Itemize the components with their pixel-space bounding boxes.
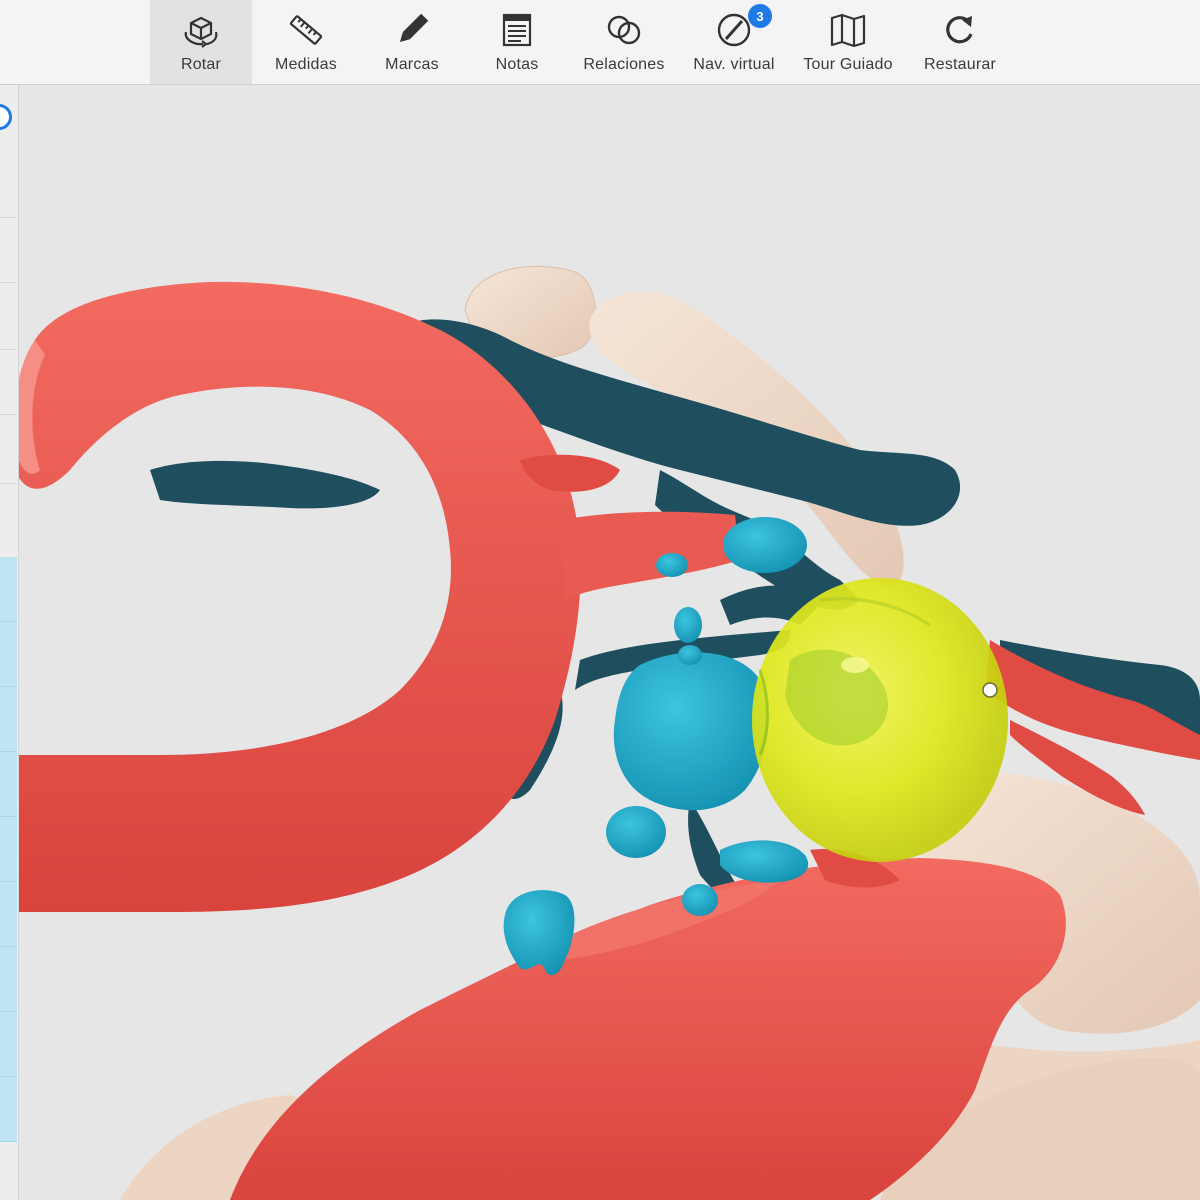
side-panel-row[interactable] [0, 155, 17, 218]
side-panel-row[interactable] [0, 817, 17, 882]
side-panel-row[interactable] [0, 947, 17, 1012]
side-panel-row[interactable] [0, 1012, 17, 1077]
map-icon [828, 10, 868, 50]
marks-label: Marcas [385, 56, 439, 73]
notes-icon [497, 10, 537, 50]
compass-icon: 3 [714, 4, 772, 50]
pencil-icon [392, 10, 432, 50]
guided-tour-button[interactable]: Tour Guiado [796, 0, 900, 84]
restore-label: Restaurar [923, 56, 997, 73]
side-panel-row[interactable] [0, 752, 17, 817]
side-panel-row[interactable] [0, 622, 17, 687]
virtual-nav-button[interactable]: 3 Nav. virtual [684, 0, 784, 84]
side-panel-row[interactable] [0, 1077, 17, 1142]
notes-button[interactable]: Notas [474, 0, 560, 84]
side-panel-row[interactable] [0, 557, 17, 622]
guided-tour-label: Tour Guiado [803, 56, 893, 73]
side-panel [0, 85, 19, 1200]
tumor-mass[interactable] [752, 578, 1008, 862]
refresh-icon [940, 10, 980, 50]
virtual-nav-label: Nav. virtual [693, 56, 775, 73]
side-panel-row[interactable] [0, 350, 17, 415]
marks-button[interactable]: Marcas [366, 0, 458, 84]
notification-badge: 3 [748, 4, 772, 28]
side-panel-row[interactable] [0, 283, 17, 350]
selection-indicator[interactable] [0, 104, 12, 130]
ruler-icon [286, 10, 326, 50]
side-panel-row[interactable] [0, 882, 17, 947]
relations-label: Relaciones [583, 56, 665, 73]
relations-icon [604, 10, 644, 50]
rotate-label: Rotar [180, 56, 222, 73]
measure-button[interactable]: Medidas [258, 0, 354, 84]
notes-label: Notas [495, 56, 539, 73]
toolbar: Rotar Medidas Marcas Notas Relaciones 3 … [0, 0, 1200, 85]
side-panel-row[interactable] [0, 415, 17, 484]
rotate-button[interactable]: Rotar [150, 0, 252, 84]
relations-button[interactable]: Relaciones [576, 0, 672, 84]
measure-label: Medidas [275, 56, 337, 73]
marker-point[interactable] [982, 682, 998, 698]
3d-viewport[interactable] [19, 85, 1200, 1200]
rotate-3d-icon [181, 10, 221, 50]
restore-button[interactable]: Restaurar [914, 0, 1006, 84]
side-panel-row[interactable] [0, 687, 17, 752]
side-panel-row[interactable] [0, 218, 17, 283]
